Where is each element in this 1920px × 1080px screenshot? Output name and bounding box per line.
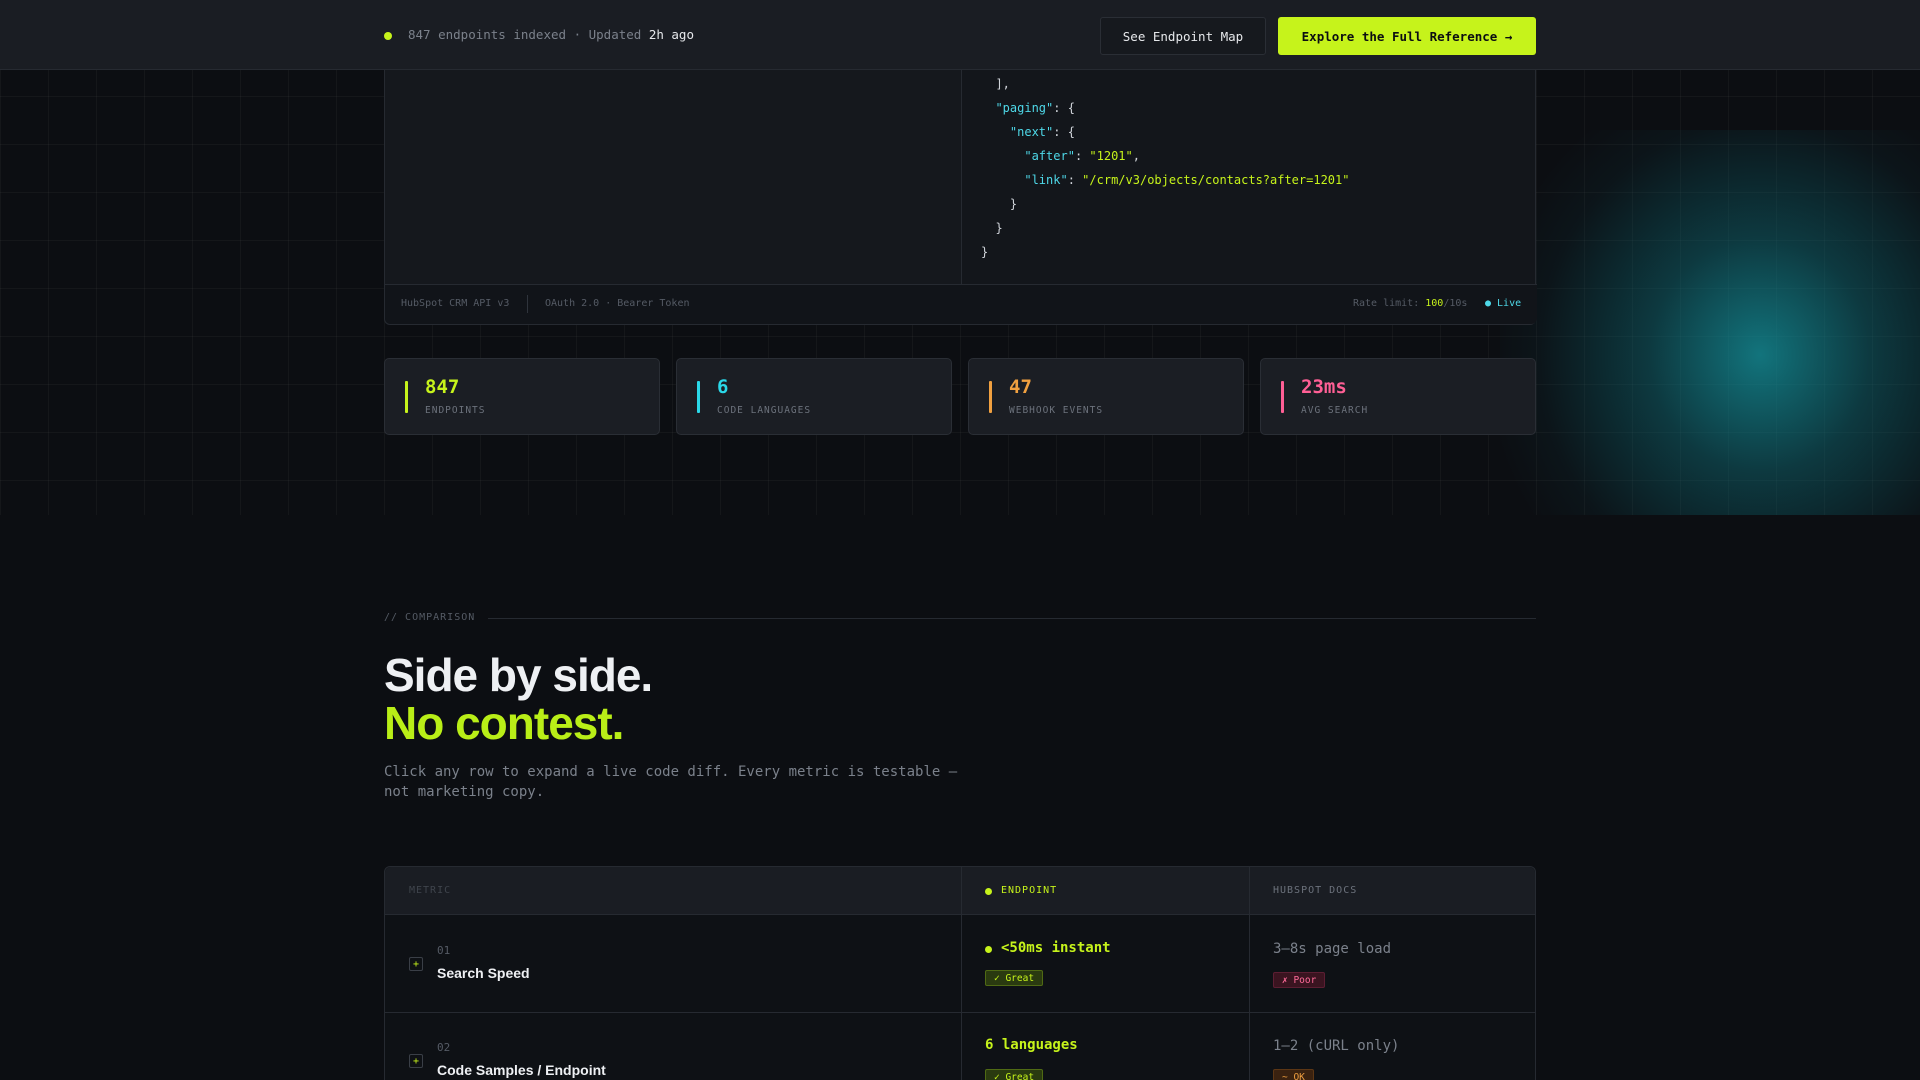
- hubspot-value: 1–2 (cURL only): [1273, 1038, 1400, 1054]
- row-number: 01: [437, 944, 451, 957]
- expand-plus-icon[interactable]: +: [409, 1054, 423, 1068]
- stat-value: 847: [425, 376, 460, 398]
- section-heading: Side by side.: [384, 649, 653, 701]
- endpoint-dot-icon: [985, 888, 992, 895]
- stat-card-languages: 6 CODE LANGUAGES: [676, 358, 952, 435]
- json-response-code: ], "paging": { "next": { "after": "1201"…: [981, 72, 1349, 264]
- great-badge: ✓ Great: [985, 970, 1044, 986]
- section-description: Click any row to expand a live code diff…: [384, 764, 958, 800]
- live-status: ● Live: [1485, 298, 1522, 309]
- stat-card-search: 23ms AVG SEARCH: [1260, 358, 1536, 435]
- row-title: Code Samples / Endpoint: [437, 1062, 606, 1078]
- column-divider: [1249, 867, 1250, 1080]
- header-hubspot: HUBSPOT DOCS: [1273, 885, 1358, 896]
- auth-label: OAuth 2.0 · Bearer Token: [545, 298, 690, 309]
- see-endpoint-map-button[interactable]: See Endpoint Map: [1100, 17, 1266, 55]
- stat-value: 23ms: [1301, 376, 1347, 398]
- code-line: ],: [981, 77, 1010, 91]
- stat-card-webhooks: 47 WEBHOOK EVENTS: [968, 358, 1244, 435]
- code-line: "next": {: [1009, 125, 1075, 139]
- stat-accent-bar: [989, 381, 992, 413]
- rate-limit: Rate limit: 100/10s: [1353, 298, 1468, 309]
- api-version-label: HubSpot CRM API v3: [401, 298, 510, 309]
- poor-badge: ✗ Poor: [1273, 972, 1326, 988]
- hubspot-value: 3–8s page load: [1273, 941, 1392, 957]
- header-metric: METRIC: [409, 885, 452, 896]
- code-line: }: [981, 197, 1018, 211]
- stat-value: 6: [717, 376, 729, 398]
- stat-label: ENDPOINTS: [425, 405, 486, 416]
- endpoint-value: <50ms instant: [1001, 940, 1111, 956]
- code-line: }: [981, 245, 989, 259]
- index-status: 847 endpoints indexed · Updated 2h ago: [408, 27, 694, 42]
- status-dot-icon: [384, 32, 392, 40]
- stat-label: CODE LANGUAGES: [717, 405, 812, 416]
- code-line: "paging": {: [995, 101, 1075, 115]
- stat-accent-bar: [1281, 381, 1284, 413]
- code-line: }: [981, 221, 1003, 235]
- stat-value: 47: [1009, 376, 1032, 398]
- stat-accent-bar: [697, 381, 700, 413]
- table-header: METRIC ENDPOINT HUBSPOT DOCS: [385, 867, 1535, 915]
- section-divider: [488, 618, 1536, 619]
- great-badge: ✓ Great: [985, 1069, 1044, 1080]
- comparison-table: METRIC ENDPOINT HUBSPOT DOCS + 01 Search…: [384, 866, 1536, 1080]
- top-bar: 847 endpoints indexed · Updated 2h ago S…: [0, 0, 1920, 70]
- footer-divider: [527, 295, 528, 313]
- endpoint-dot-icon: [985, 946, 992, 953]
- column-divider: [961, 867, 962, 1080]
- explore-reference-button[interactable]: Explore the Full Reference →: [1278, 17, 1536, 55]
- stat-label: AVG SEARCH: [1301, 405, 1369, 416]
- section-heading-accent: No contest.: [384, 697, 624, 749]
- code-line: "after": "1201",: [1024, 149, 1140, 163]
- endpoint-value: 6 languages: [985, 1037, 1078, 1053]
- code-panel: ], "paging": { "next": { "after": "1201"…: [384, 60, 1537, 325]
- row-number: 02: [437, 1041, 451, 1054]
- code-panel-left: [385, 60, 962, 284]
- code-panel-footer: HubSpot CRM API v3 OAuth 2.0 · Bearer To…: [385, 284, 1537, 324]
- stat-label: WEBHOOK EVENTS: [1009, 405, 1104, 416]
- stat-accent-bar: [405, 381, 408, 413]
- expand-plus-icon[interactable]: +: [409, 957, 423, 971]
- stat-card-endpoints: 847 ENDPOINTS: [384, 358, 660, 435]
- ok-badge: ~ OK: [1273, 1069, 1314, 1080]
- code-line: "link": "/crm/v3/objects/contacts?after=…: [1024, 173, 1350, 187]
- teal-glow: [1500, 130, 1920, 515]
- row-divider: [385, 1012, 1535, 1013]
- header-endpoint: ENDPOINT: [1001, 885, 1058, 896]
- section-label: // COMPARISON: [384, 612, 476, 623]
- row-title: Search Speed: [437, 965, 530, 981]
